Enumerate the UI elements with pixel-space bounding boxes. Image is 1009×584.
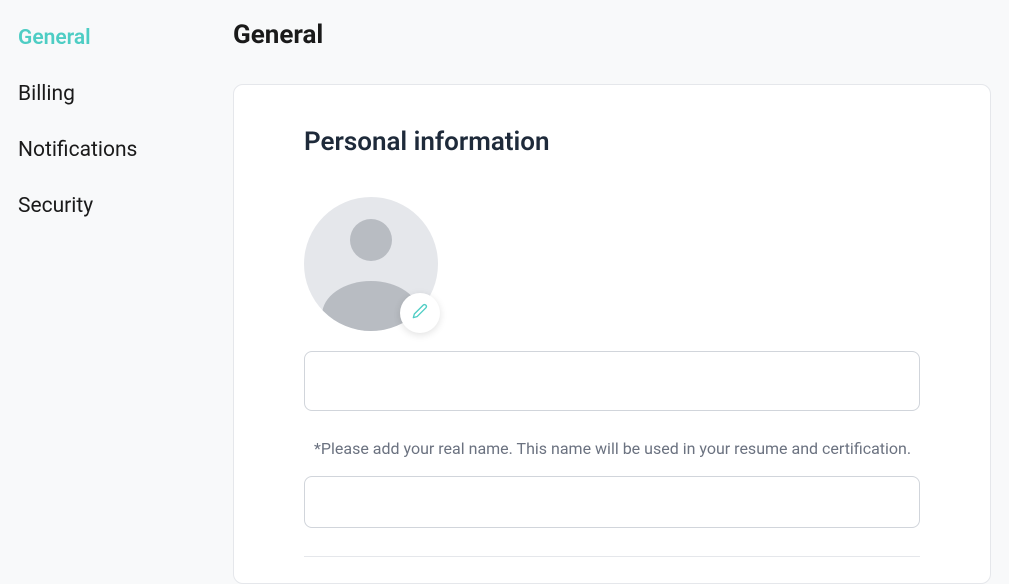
sidebar-item-billing[interactable]: Billing [18,82,215,106]
card-title: Personal information [304,127,920,157]
name-input[interactable] [304,351,920,411]
personal-info-card: Personal information *Please add your re… [233,84,991,584]
main-content: General Personal information *Please add… [215,0,1009,562]
settings-sidebar: General Billing Notifications Security [0,0,215,562]
sidebar-item-general[interactable]: General [18,26,215,50]
name-helper-text: *Please add your real name. This name wi… [304,431,920,466]
avatar-container [304,197,438,331]
edit-avatar-button[interactable] [400,293,440,333]
sidebar-item-security[interactable]: Security [18,194,215,218]
pencil-icon [412,303,428,323]
page-title: General [233,20,991,50]
secondary-input[interactable] [304,476,920,528]
section-divider [304,556,920,557]
sidebar-item-notifications[interactable]: Notifications [18,138,215,162]
